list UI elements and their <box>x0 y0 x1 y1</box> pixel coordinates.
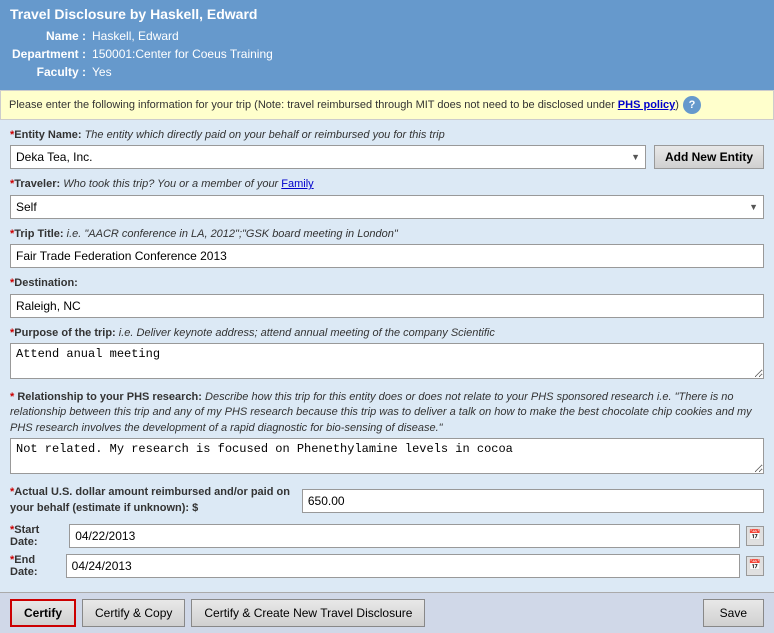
save-button[interactable]: Save <box>703 599 764 627</box>
entity-name-group: *Entity Name: The entity which directly … <box>10 128 764 169</box>
help-icon[interactable]: ? <box>683 96 701 114</box>
start-date-calendar-icon[interactable]: 📅 <box>746 526 764 546</box>
relationship-group: * Relationship to your PHS research: Des… <box>10 390 764 477</box>
end-date-row: *End Date: 04/24/2013 📅 <box>10 554 764 578</box>
trip-title-label: *Trip Title: i.e. "AACR conference in LA… <box>10 227 764 242</box>
footer: Certify Certify & Copy Certify & Create … <box>0 592 774 633</box>
trip-title-group: *Trip Title: i.e. "AACR conference in LA… <box>10 227 764 268</box>
form-area: *Entity Name: The entity which directly … <box>0 120 774 592</box>
traveler-label: *Traveler: Who took this trip? You or a … <box>10 177 764 192</box>
destination-group: *Destination: Raleigh, NC <box>10 276 764 317</box>
destination-input[interactable]: Raleigh, NC <box>10 294 764 318</box>
amount-input[interactable]: 650.00 <box>302 489 764 513</box>
relationship-label: * Relationship to your PHS research: Des… <box>10 390 764 436</box>
dept-value: 150001:Center for Coeus Training <box>92 46 277 62</box>
start-date-label: *Start Date: <box>10 524 63 548</box>
end-date-input[interactable]: 04/24/2013 <box>66 554 740 578</box>
destination-label: *Destination: <box>10 276 764 291</box>
name-label: Name : <box>12 28 90 44</box>
traveler-group: *Traveler: Who took this trip? You or a … <box>10 177 764 218</box>
certify-copy-button[interactable]: Certify & Copy <box>82 599 185 627</box>
traveler-select-wrapper: Self <box>10 195 764 219</box>
main-container: Travel Disclosure by Haskell, Edward Nam… <box>0 0 774 633</box>
entity-name-label: *Entity Name: The entity which directly … <box>10 128 764 143</box>
start-date-input[interactable]: 04/22/2013 <box>69 524 740 548</box>
faculty-value: Yes <box>92 64 277 80</box>
page-title: Travel Disclosure by Haskell, Edward <box>10 6 764 22</box>
end-date-calendar-icon[interactable]: 📅 <box>746 556 764 576</box>
entity-row: Deka Tea, Inc. Add New Entity <box>10 145 764 169</box>
add-entity-button[interactable]: Add New Entity <box>654 145 764 169</box>
dept-label: Department : <box>12 46 90 62</box>
trip-title-input[interactable]: Fair Trade Federation Conference 2013 <box>10 244 764 268</box>
phs-policy-link[interactable]: PHS policy <box>618 99 675 111</box>
entity-select[interactable]: Deka Tea, Inc. <box>10 145 646 169</box>
amount-group: *Actual U.S. dollar amount reimbursed an… <box>10 485 764 516</box>
certify-button[interactable]: Certify <box>10 599 76 627</box>
header: Travel Disclosure by Haskell, Edward Nam… <box>0 0 774 90</box>
family-link[interactable]: Family <box>281 178 313 190</box>
traveler-select[interactable]: Self <box>10 195 764 219</box>
purpose-group: *Purpose of the trip: i.e. Deliver keyno… <box>10 326 764 382</box>
name-value: Haskell, Edward <box>92 28 277 44</box>
notice-text: Please enter the following information f… <box>9 99 679 111</box>
purpose-label: *Purpose of the trip: i.e. Deliver keyno… <box>10 326 764 341</box>
entity-select-wrapper: Deka Tea, Inc. <box>10 145 646 169</box>
notice-bar: Please enter the following information f… <box>0 90 774 120</box>
purpose-textarea[interactable]: Attend anual meeting <box>10 343 764 379</box>
header-info: Name : Haskell, Edward Department : 1500… <box>10 26 764 82</box>
amount-row: *Actual U.S. dollar amount reimbursed an… <box>10 485 764 516</box>
faculty-label: Faculty : <box>12 64 90 80</box>
amount-label: *Actual U.S. dollar amount reimbursed an… <box>10 485 296 516</box>
start-date-row: *Start Date: 04/22/2013 📅 <box>10 524 764 548</box>
end-date-label: *End Date: <box>10 554 60 578</box>
certify-create-button[interactable]: Certify & Create New Travel Disclosure <box>191 599 425 627</box>
relationship-textarea[interactable]: Not related. My research is focused on P… <box>10 438 764 474</box>
